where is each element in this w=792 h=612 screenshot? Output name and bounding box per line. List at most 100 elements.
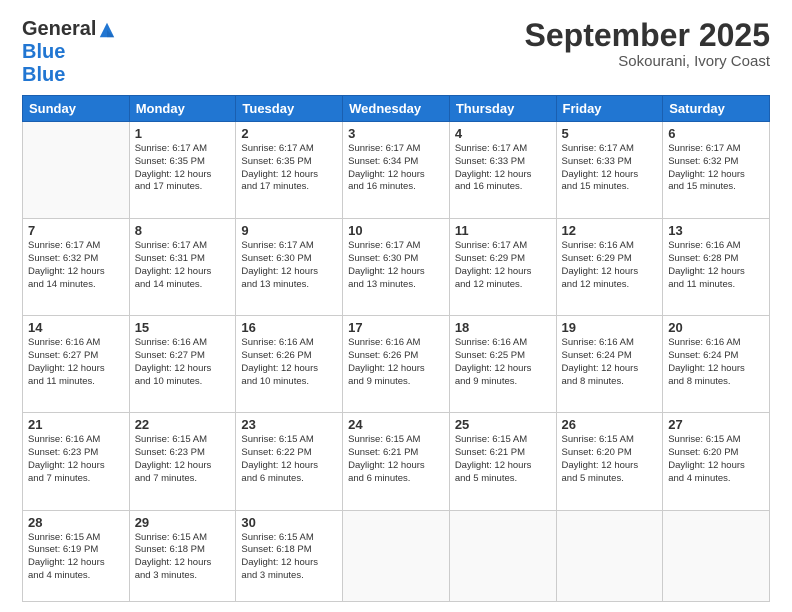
day-info: Sunrise: 6:16 AM Sunset: 6:28 PM Dayligh… bbox=[668, 240, 764, 291]
day-info: Sunrise: 6:16 AM Sunset: 6:27 PM Dayligh… bbox=[135, 337, 231, 388]
calendar: Sunday Monday Tuesday Wednesday Thursday… bbox=[22, 95, 770, 602]
day-number: 25 bbox=[455, 417, 551, 432]
header-friday: Friday bbox=[556, 96, 663, 122]
day-info: Sunrise: 6:17 AM Sunset: 6:30 PM Dayligh… bbox=[241, 240, 337, 291]
day-number: 7 bbox=[28, 223, 124, 238]
calendar-cell: 1 Sunrise: 6:17 AM Sunset: 6:35 PM Daylig… bbox=[129, 122, 236, 219]
day-info: Sunrise: 6:17 AM Sunset: 6:31 PM Dayligh… bbox=[135, 240, 231, 291]
day-number: 18 bbox=[455, 320, 551, 335]
logo-text: General bbox=[22, 18, 116, 41]
day-number: 1 bbox=[135, 126, 231, 141]
calendar-cell: 20 Sunrise: 6:16 AM Sunset: 6:24 PM Dayli… bbox=[663, 316, 770, 413]
calendar-cell: 10 Sunrise: 6:17 AM Sunset: 6:30 PM Dayli… bbox=[343, 219, 450, 316]
calendar-cell: 5Sunrise: 6:17 AM Sunset: 6:33 PM Daylig… bbox=[556, 122, 663, 219]
day-number: 4 bbox=[455, 126, 551, 141]
day-number: 12 bbox=[562, 223, 658, 238]
day-number: 14 bbox=[28, 320, 124, 335]
day-number: 16 bbox=[241, 320, 337, 335]
calendar-cell: 18 Sunrise: 6:16 AM Sunset: 6:25 PM Dayli… bbox=[449, 316, 556, 413]
day-info: Sunrise: 6:16 AM Sunset: 6:24 PM Dayligh… bbox=[668, 337, 764, 388]
page: General Blue Blue September 2025 Sokoura… bbox=[0, 0, 792, 612]
calendar-cell: 30 Sunrise: 6:15 AM Sunset: 6:18 PM Dayli… bbox=[236, 510, 343, 602]
day-info: Sunrise: 6:17 AM Sunset: 6:33 PM Dayligh… bbox=[455, 143, 551, 194]
day-number: 22 bbox=[135, 417, 231, 432]
day-info: Sunrise: 6:16 AM Sunset: 6:25 PM Dayligh… bbox=[455, 337, 551, 388]
day-number: 29 bbox=[135, 515, 231, 530]
header: General Blue Blue September 2025 Sokoura… bbox=[22, 18, 770, 87]
day-number: 10 bbox=[348, 223, 444, 238]
day-info: Sunrise: 6:15 AM Sunset: 6:21 PM Dayligh… bbox=[455, 434, 551, 485]
calendar-cell: 14 Sunrise: 6:16 AM Sunset: 6:27 PM Dayli… bbox=[23, 316, 130, 413]
day-info: Sunrise: 6:17 AM Sunset: 6:33 PM Dayligh… bbox=[562, 143, 658, 194]
day-info: Sunrise: 6:15 AM Sunset: 6:18 PM Dayligh… bbox=[241, 532, 337, 583]
calendar-cell: 19 Sunrise: 6:16 AM Sunset: 6:24 PM Dayli… bbox=[556, 316, 663, 413]
calendar-cell: 8 Sunrise: 6:17 AM Sunset: 6:31 PM Daylig… bbox=[129, 219, 236, 316]
header-tuesday: Tuesday bbox=[236, 96, 343, 122]
day-number: 23 bbox=[241, 417, 337, 432]
calendar-cell: 2Sunrise: 6:17 AM Sunset: 6:35 PM Daylig… bbox=[236, 122, 343, 219]
logo: General Blue Blue bbox=[22, 18, 116, 87]
calendar-cell: 11 Sunrise: 6:17 AM Sunset: 6:29 PM Dayli… bbox=[449, 219, 556, 316]
logo-blue: Blue bbox=[22, 64, 65, 87]
calendar-cell: 24 Sunrise: 6:15 AM Sunset: 6:21 PM Dayli… bbox=[343, 413, 450, 510]
day-info: Sunrise: 6:16 AM Sunset: 6:24 PM Dayligh… bbox=[562, 337, 658, 388]
calendar-cell: 25 Sunrise: 6:15 AM Sunset: 6:21 PM Dayli… bbox=[449, 413, 556, 510]
day-number: 20 bbox=[668, 320, 764, 335]
calendar-cell: 4 Sunrise: 6:17 AM Sunset: 6:33 PM Daylig… bbox=[449, 122, 556, 219]
calendar-cell: 15Sunrise: 6:16 AM Sunset: 6:27 PM Dayli… bbox=[129, 316, 236, 413]
calendar-cell: 23 Sunrise: 6:15 AM Sunset: 6:22 PM Dayli… bbox=[236, 413, 343, 510]
day-number: 24 bbox=[348, 417, 444, 432]
calendar-cell: 3 Sunrise: 6:17 AM Sunset: 6:34 PM Daylig… bbox=[343, 122, 450, 219]
day-info: Sunrise: 6:15 AM Sunset: 6:23 PM Dayligh… bbox=[135, 434, 231, 485]
calendar-cell: 9 Sunrise: 6:17 AM Sunset: 6:30 PM Daylig… bbox=[236, 219, 343, 316]
calendar-cell bbox=[343, 510, 450, 602]
day-number: 6 bbox=[668, 126, 764, 141]
day-info: Sunrise: 6:15 AM Sunset: 6:22 PM Dayligh… bbox=[241, 434, 337, 485]
day-number: 9 bbox=[241, 223, 337, 238]
calendar-cell: 27Sunrise: 6:15 AM Sunset: 6:20 PM Dayli… bbox=[663, 413, 770, 510]
calendar-cell: 29Sunrise: 6:15 AM Sunset: 6:18 PM Dayli… bbox=[129, 510, 236, 602]
day-number: 21 bbox=[28, 417, 124, 432]
day-number: 27 bbox=[668, 417, 764, 432]
day-info: Sunrise: 6:17 AM Sunset: 6:32 PM Dayligh… bbox=[668, 143, 764, 194]
month-title: September 2025 Sokourani, Ivory Coast bbox=[525, 18, 770, 70]
calendar-cell: 26 Sunrise: 6:15 AM Sunset: 6:20 PM Dayli… bbox=[556, 413, 663, 510]
day-info: Sunrise: 6:15 AM Sunset: 6:19 PM Dayligh… bbox=[28, 532, 124, 583]
day-info: Sunrise: 6:17 AM Sunset: 6:35 PM Dayligh… bbox=[135, 143, 231, 194]
day-number: 19 bbox=[562, 320, 658, 335]
day-number: 3 bbox=[348, 126, 444, 141]
day-number: 8 bbox=[135, 223, 231, 238]
logo-blue: Blue bbox=[22, 41, 65, 64]
calendar-cell bbox=[663, 510, 770, 602]
logo-general: General bbox=[22, 18, 96, 41]
calendar-cell bbox=[556, 510, 663, 602]
calendar-cell: 17 Sunrise: 6:16 AM Sunset: 6:26 PM Dayli… bbox=[343, 316, 450, 413]
day-info: Sunrise: 6:16 AM Sunset: 6:26 PM Dayligh… bbox=[348, 337, 444, 388]
weekday-header-row: Sunday Monday Tuesday Wednesday Thursday… bbox=[23, 96, 770, 122]
day-info: Sunrise: 6:16 AM Sunset: 6:27 PM Dayligh… bbox=[28, 337, 124, 388]
header-sunday: Sunday bbox=[23, 96, 130, 122]
calendar-cell bbox=[449, 510, 556, 602]
day-number: 28 bbox=[28, 515, 124, 530]
calendar-cell: 6 Sunrise: 6:17 AM Sunset: 6:32 PM Daylig… bbox=[663, 122, 770, 219]
day-number: 11 bbox=[455, 223, 551, 238]
calendar-cell: 22 Sunrise: 6:15 AM Sunset: 6:23 PM Dayli… bbox=[129, 413, 236, 510]
day-info: Sunrise: 6:15 AM Sunset: 6:21 PM Dayligh… bbox=[348, 434, 444, 485]
location: Sokourani, Ivory Coast bbox=[525, 53, 770, 70]
header-saturday: Saturday bbox=[663, 96, 770, 122]
calendar-cell: 7 Sunrise: 6:17 AM Sunset: 6:32 PM Daylig… bbox=[23, 219, 130, 316]
day-info: Sunrise: 6:17 AM Sunset: 6:29 PM Dayligh… bbox=[455, 240, 551, 291]
day-number: 26 bbox=[562, 417, 658, 432]
day-info: Sunrise: 6:16 AM Sunset: 6:29 PM Dayligh… bbox=[562, 240, 658, 291]
day-number: 30 bbox=[241, 515, 337, 530]
day-info: Sunrise: 6:17 AM Sunset: 6:32 PM Dayligh… bbox=[28, 240, 124, 291]
calendar-cell: 16Sunrise: 6:16 AM Sunset: 6:26 PM Dayli… bbox=[236, 316, 343, 413]
day-number: 17 bbox=[348, 320, 444, 335]
calendar-cell: 21Sunrise: 6:16 AM Sunset: 6:23 PM Dayli… bbox=[23, 413, 130, 510]
day-info: Sunrise: 6:17 AM Sunset: 6:30 PM Dayligh… bbox=[348, 240, 444, 291]
calendar-cell: 28 Sunrise: 6:15 AM Sunset: 6:19 PM Dayli… bbox=[23, 510, 130, 602]
logo-icon bbox=[98, 21, 116, 39]
month-year: September 2025 bbox=[525, 18, 770, 53]
day-info: Sunrise: 6:15 AM Sunset: 6:20 PM Dayligh… bbox=[562, 434, 658, 485]
day-info: Sunrise: 6:17 AM Sunset: 6:34 PM Dayligh… bbox=[348, 143, 444, 194]
